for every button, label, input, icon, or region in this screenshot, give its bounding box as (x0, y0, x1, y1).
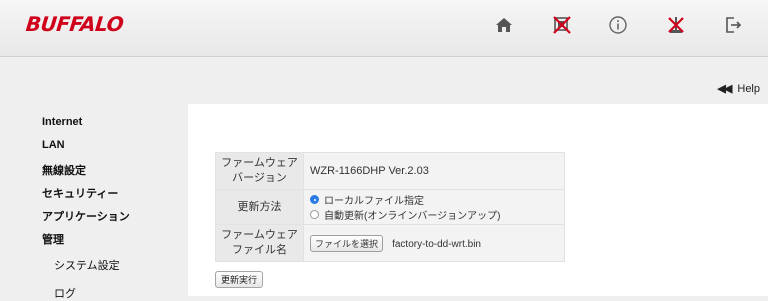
choose-file-button[interactable]: ファイルを選択 (310, 234, 384, 252)
radio-local-file[interactable]: ローカルファイル指定 (310, 192, 564, 207)
table-row: 更新方法 ローカルファイル指定 自動更新(オンラインバージョンアップ) (215, 189, 565, 225)
firmware-file-label: ファームウェア ファイル名 (215, 224, 304, 262)
sidebar-item-admin[interactable]: 管理 (42, 231, 64, 247)
sidebar-item-applications[interactable]: アプリケーション (42, 208, 130, 224)
table-row: ファームウェア バージョン WZR-1166DHP Ver.2.03 (215, 152, 565, 190)
home-icon[interactable] (491, 12, 517, 38)
logout-icon[interactable] (720, 12, 746, 38)
sidebar-item-lan[interactable]: LAN (42, 139, 65, 151)
antenna-disconnected-icon[interactable] (663, 12, 689, 38)
sidebar-item-internet[interactable]: Internet (42, 116, 82, 128)
radio-unselected-icon[interactable] (310, 210, 319, 219)
selected-file-name: factory-to-dd-wrt.bin (392, 238, 481, 250)
sidebar-item-security[interactable]: セキュリティー (42, 185, 118, 201)
radio-label: ローカルファイル指定 (324, 196, 424, 207)
radio-label: 自動更新(オンラインバージョンアップ) (324, 211, 501, 222)
sidebar-subitem-system-settings[interactable]: システム設定 (54, 257, 120, 273)
help-link[interactable]: ◀◀ Help (717, 82, 760, 95)
label-line: ファイル名 (232, 244, 287, 256)
header-bar: BUFFALO (0, 0, 768, 57)
sidebar-item-wireless[interactable]: 無線設定 (42, 162, 86, 178)
content-panel: ファームウェア バージョン WZR-1166DHP Ver.2.03 更新方法 … (188, 104, 768, 296)
table-row: ファームウェア ファイル名 ファイルを選択 factory-to-dd-wrt.… (215, 224, 565, 262)
apply-update-button[interactable]: 更新実行 (215, 271, 264, 288)
radio-auto-update[interactable]: 自動更新(オンラインバージョンアップ) (310, 207, 564, 222)
buffalo-logo: BUFFALO (24, 12, 125, 36)
info-icon[interactable] (605, 12, 631, 38)
label-line: ファームウェア (221, 229, 298, 241)
help-label: Help (737, 83, 760, 95)
update-method-options: ローカルファイル指定 自動更新(オンラインバージョンアップ) (303, 189, 565, 225)
update-method-label: 更新方法 (215, 189, 304, 225)
radio-selected-icon[interactable] (310, 195, 319, 204)
firmware-update-table: ファームウェア バージョン WZR-1166DHP Ver.2.03 更新方法 … (215, 152, 565, 262)
double-left-arrow-icon: ◀◀ (717, 83, 732, 95)
label-line: ファームウェア (221, 157, 298, 169)
label-line: バージョン (232, 172, 287, 184)
network-disconnected-icon[interactable] (549, 12, 575, 38)
firmware-file-field: ファイルを選択 factory-to-dd-wrt.bin (303, 224, 565, 262)
sidebar-subitem-log[interactable]: ログ (54, 285, 76, 301)
firmware-version-value: WZR-1166DHP Ver.2.03 (303, 152, 565, 190)
firmware-version-label: ファームウェア バージョン (215, 152, 304, 190)
